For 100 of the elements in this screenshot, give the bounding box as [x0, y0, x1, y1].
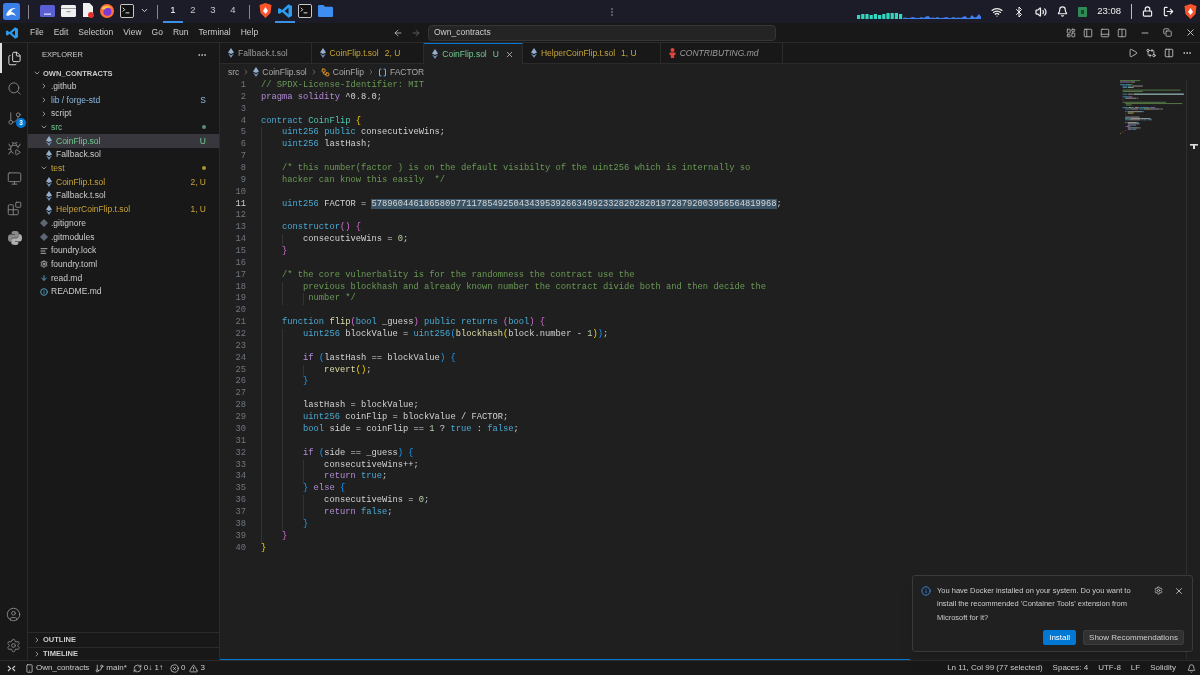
wifi-icon[interactable]: [991, 5, 1004, 18]
menu-item[interactable]: File: [25, 24, 49, 41]
tree-item[interactable]: test: [28, 161, 219, 176]
editor-tab[interactable]: CONTRIBUTING.md: [660, 43, 783, 64]
line-number: 32: [234, 447, 246, 460]
status-item[interactable]: Own_contracts: [22, 661, 93, 675]
tree-item[interactable]: Fallback.t.sol: [28, 189, 219, 203]
search-field[interactable]: Own_contracts: [428, 24, 776, 41]
breadcrumb-item[interactable]: FACTOR: [377, 65, 425, 79]
settings-icon[interactable]: [1154, 585, 1163, 595]
code-line: uint256 lastHash;: [281, 139, 372, 150]
restore-icon[interactable]: [1163, 28, 1172, 37]
tile-icon[interactable]: [1078, 6, 1088, 17]
notification-button[interactable]: Show Recommendations: [1083, 630, 1184, 645]
tree-item[interactable]: foundry.lock: [28, 243, 219, 258]
code-line: } else {: [302, 483, 346, 494]
menu-item[interactable]: Edit: [48, 24, 74, 41]
code-line: uint256 public consecutiveWins;: [281, 127, 446, 138]
breadcrumb-item[interactable]: CoinFlip: [320, 65, 364, 79]
tree-item[interactable]: HelperCoinFlip.t.sol 1, U: [28, 202, 219, 217]
close-icon[interactable]: [504, 49, 514, 59]
code-line: }: [281, 246, 288, 257]
tree-item[interactable]: read.md: [28, 271, 219, 285]
workspace-button[interactable]: 3: [203, 0, 223, 23]
remote-icon: [6, 664, 16, 672]
editor-tab[interactable]: HelperCoinFlip.t.sol 1, U: [522, 43, 661, 64]
menu-item[interactable]: Run: [167, 24, 194, 41]
workspace-button[interactable]: 4: [223, 0, 243, 23]
drag-handle-icon[interactable]: [611, 7, 613, 16]
status-item[interactable]: main*: [92, 661, 130, 675]
editor-tab[interactable]: CoinFlip.t.sol 2, U: [311, 43, 425, 64]
code-line: revert();: [323, 364, 372, 375]
status-item[interactable]: UTF-8: [1093, 661, 1126, 675]
tree-item[interactable]: .gitignore: [28, 216, 219, 231]
back-arrow-icon[interactable]: [393, 27, 403, 38]
tree-item[interactable]: lib / forge-std S: [28, 93, 219, 107]
line-number: 22: [234, 329, 246, 341]
code-line: contract CoinFlip {: [261, 115, 361, 126]
user-circle-icon[interactable]: [6, 607, 21, 622]
run-icon[interactable]: [1128, 48, 1138, 58]
status-item[interactable]: Ln 11, Col 99 (77 selected): [942, 661, 1048, 675]
tree-item[interactable]: .github: [28, 79, 219, 94]
document-icon: [82, 3, 94, 18]
line-number: 26: [234, 376, 246, 389]
workspace-button[interactable]: 2: [183, 0, 203, 23]
menu-item[interactable]: Go: [146, 24, 168, 41]
compare-icon[interactable]: [1146, 48, 1156, 58]
diamond-icon: [432, 49, 439, 59]
panel-left-icon[interactable]: [1083, 27, 1093, 38]
tree-item[interactable]: CoinFlip.t.sol 2, U: [28, 175, 219, 189]
error-icon: [169, 663, 179, 673]
line-number: 5: [239, 127, 246, 140]
line-number: 29: [234, 412, 246, 424]
breadcrumb-item[interactable]: CoinFlip.sol: [253, 65, 307, 79]
code-line: function flip(bool _guess) public returns (bool) {: [281, 317, 546, 328]
tree-item[interactable]: CoinFlip.sol U: [28, 134, 219, 148]
lock-icon[interactable]: [1142, 6, 1153, 17]
menu-item[interactable]: Help: [235, 24, 264, 41]
line-number: 23: [234, 340, 246, 353]
line-number: 11: [234, 198, 246, 211]
status-item[interactable]: Solidity: [1145, 661, 1181, 675]
close-icon[interactable]: [1174, 585, 1184, 596]
settings-icon[interactable]: [6, 638, 21, 653]
tree-item[interactable]: script: [28, 106, 219, 121]
status-item[interactable]: Spaces: 4: [1047, 661, 1094, 675]
panel-bottom-icon[interactable]: [1100, 27, 1110, 38]
editor-tab[interactable]: Fallback.t.sol: [220, 43, 312, 64]
lines-icon: [40, 246, 48, 255]
bell-icon[interactable]: [1057, 6, 1069, 17]
logout-icon[interactable]: [1163, 6, 1174, 17]
tree-item[interactable]: .gitmodules: [28, 230, 219, 244]
code-line: }: [261, 542, 267, 553]
code-line: uint256 FACTOR = 57896044618658097711785492504343953926634992332820282019728792003956564819968;: [281, 198, 782, 209]
split-editor-icon[interactable]: [1164, 48, 1174, 58]
menu-item[interactable]: Terminal: [193, 24, 236, 41]
app-menu-icon[interactable]: [3, 3, 20, 20]
menu-item[interactable]: View: [118, 24, 147, 41]
play-bug-icon: [7, 140, 22, 156]
breadcrumb-item[interactable]: src: [228, 65, 240, 79]
person-icon: [668, 48, 676, 58]
terminal-icon: [298, 3, 312, 18]
panel-right-icon[interactable]: [1117, 27, 1127, 38]
speaker-icon[interactable]: [1035, 5, 1048, 18]
line-number: 39: [234, 530, 246, 543]
status-item[interactable]: LF: [1125, 661, 1146, 675]
close-icon[interactable]: [1185, 27, 1196, 38]
tree-item[interactable]: Fallback.sol: [28, 147, 219, 162]
layout-icon[interactable]: [1066, 27, 1076, 38]
editor-tab[interactable]: CoinFlip.sol U: [424, 43, 523, 64]
tree-item[interactable]: README.md: [28, 284, 219, 299]
code-line: }: [302, 518, 309, 529]
blocks-icon: [7, 200, 22, 216]
menu-item[interactable]: Selection: [73, 24, 119, 41]
tree-item[interactable]: src: [28, 120, 219, 135]
line-number: 8: [239, 163, 246, 175]
status-item[interactable]: 0↓ 1↑: [129, 661, 166, 675]
bell-icon[interactable]: [1187, 663, 1196, 673]
tree-item[interactable]: foundry.toml: [28, 257, 219, 272]
notification-button[interactable]: Install: [1043, 630, 1077, 645]
problems-item[interactable]: 0 3: [165, 661, 209, 675]
